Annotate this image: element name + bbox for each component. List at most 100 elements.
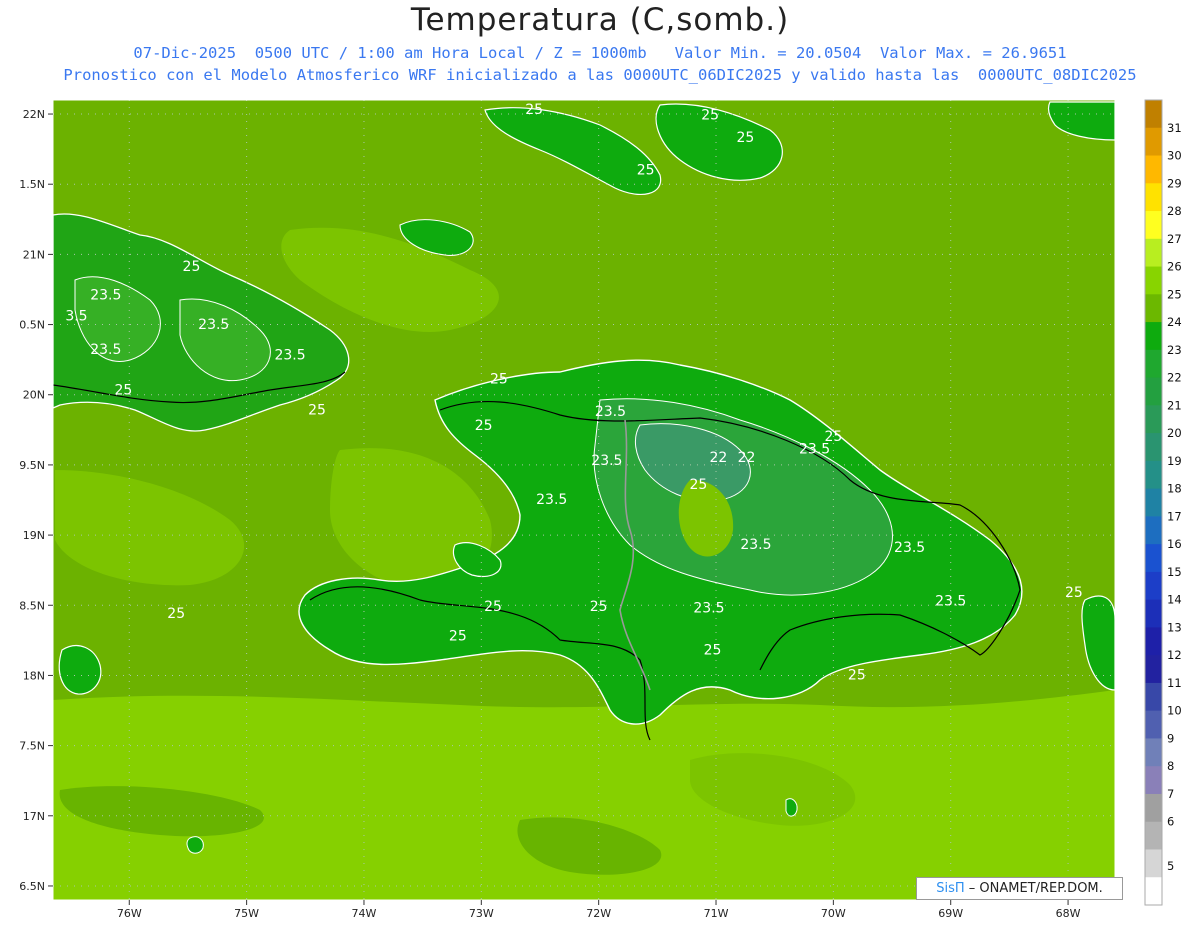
legend-swatch [1145, 322, 1162, 351]
legend-swatch [1145, 405, 1162, 434]
contour-label: 25 [704, 642, 722, 658]
contour-label: 25 [484, 599, 502, 615]
credit-brand: SisΠ [936, 881, 965, 896]
legend-label: 18 [1167, 482, 1182, 496]
contour-label: 25 [183, 259, 201, 275]
legend-label: 29 [1167, 176, 1182, 190]
contour-label: 23.5 [198, 317, 229, 333]
legend-label: 16 [1167, 537, 1182, 551]
lat-tick-label: 21N [23, 248, 45, 261]
subtitle-model-info: Pronostico con el Modelo Atmosferico WRF… [63, 66, 1137, 84]
contour-label: 25 [701, 108, 719, 124]
lat-tick-label: 19N [23, 529, 45, 542]
contour-label: 23.5 [536, 492, 567, 508]
contour-label: 25 [114, 383, 132, 399]
legend-label: 30 [1167, 149, 1182, 163]
legend-label: 22 [1167, 371, 1182, 385]
lon-tick-label: 69W [938, 907, 963, 920]
lat-tick-label: 0.5N [19, 319, 45, 332]
legend-label: 15 [1167, 565, 1182, 579]
legend-swatch [1145, 627, 1162, 656]
contour-label: 25 [1065, 585, 1083, 601]
contour-label: 25 [637, 162, 655, 178]
contour-label: 25 [475, 418, 493, 434]
page-title: Temperatura (C,somb.) [410, 2, 790, 38]
lon-tick-label: 72W [586, 907, 611, 920]
legend-swatch [1145, 544, 1162, 573]
legend-swatch [1145, 710, 1162, 739]
credit-box: SisΠ – ONAMET/REP.DOM. [916, 877, 1123, 900]
legend-swatch [1145, 349, 1162, 379]
legend-swatch [1145, 682, 1162, 712]
lon-tick-label: 74W [352, 907, 377, 920]
contour-label: 25 [167, 606, 185, 622]
legend-swatch [1145, 211, 1162, 240]
contour-label: 23.5 [90, 287, 121, 303]
legend-label: 12 [1167, 648, 1182, 662]
lat-tick-label: 8.5N [19, 599, 45, 612]
legend-label: 11 [1167, 676, 1182, 690]
legend-swatch [1145, 793, 1162, 823]
lon-tick-label: 71W [704, 907, 729, 920]
legend-swatch [1145, 377, 1162, 406]
legend-swatch [1145, 183, 1162, 212]
contour-label: 23.5 [595, 404, 626, 420]
contour-label: 25 [449, 628, 467, 644]
legend-swatch [1145, 294, 1162, 323]
legend-swatch [1145, 738, 1162, 767]
legend-label: 9 [1167, 731, 1174, 745]
lat-tick-label: 18N [23, 669, 45, 682]
contour-label: 23.5 [274, 348, 305, 364]
lon-tick-label: 75W [234, 907, 259, 920]
contour-label: 23.5 [90, 342, 121, 358]
legend-label: 23 [1167, 343, 1182, 357]
legend-swatch [1145, 238, 1162, 268]
lon-tick-label: 68W [1056, 907, 1081, 920]
legend-label: 31 [1167, 121, 1182, 135]
lon-tick-label: 70W [821, 907, 846, 920]
legend-swatch [1145, 766, 1162, 795]
legend-swatch [1145, 460, 1162, 490]
contour-label: 23.5 [591, 453, 622, 469]
legend-swatch [1145, 516, 1162, 545]
legend-label: 28 [1167, 204, 1182, 218]
legend-label: 7 [1167, 787, 1174, 801]
contour-label: 22 [709, 450, 727, 466]
legend-label: 17 [1167, 509, 1182, 523]
contour-label: 23.5 [935, 593, 966, 609]
legend-swatch [1145, 821, 1162, 850]
legend-label: 27 [1167, 232, 1182, 246]
legend-label: 8 [1167, 759, 1174, 773]
legend-swatch [1145, 100, 1162, 129]
lat-tick-label: 7.5N [19, 740, 45, 753]
contour-label: 22 [738, 450, 756, 466]
contour-label: 25 [736, 130, 754, 146]
legend-label: 10 [1167, 704, 1182, 718]
contour-label: 25 [848, 668, 866, 684]
legend-label: 19 [1167, 454, 1182, 468]
island [785, 798, 798, 817]
lat-tick-label: 9.5N [19, 459, 45, 472]
contour-label: 3.5 [65, 308, 87, 324]
contour-label: 23.5 [693, 600, 724, 616]
legend-label: 25 [1167, 287, 1182, 301]
contour-label: 25 [490, 372, 508, 388]
temperature-map: 25 2525252523.53.523.523.5 23.52525252523.… [19, 99, 1182, 920]
legend-swatch [1145, 571, 1162, 601]
legend-swatch [1145, 877, 1162, 906]
legend-swatch [1145, 488, 1162, 517]
legend-swatch [1145, 266, 1162, 295]
color-legend: 31 30 29 28 27 26 25 24 23 22 21 20 19 18 17 16 15 14 13 12… [1144, 99, 1182, 906]
legend-label: 24 [1167, 315, 1182, 329]
lat-tick-label: 22N [23, 108, 45, 121]
contour-label: 23.5 [799, 442, 830, 458]
legend-label: 14 [1167, 593, 1182, 607]
legend-label: 13 [1167, 620, 1182, 634]
legend-label: 6 [1167, 815, 1174, 829]
legend-label: 20 [1167, 426, 1182, 440]
contour-label: 25 [590, 599, 608, 615]
legend-swatch [1145, 849, 1162, 878]
lon-tick-label: 73W [469, 907, 494, 920]
lat-tick-label: 20N [23, 389, 45, 402]
contour-label: 25 [690, 477, 708, 493]
